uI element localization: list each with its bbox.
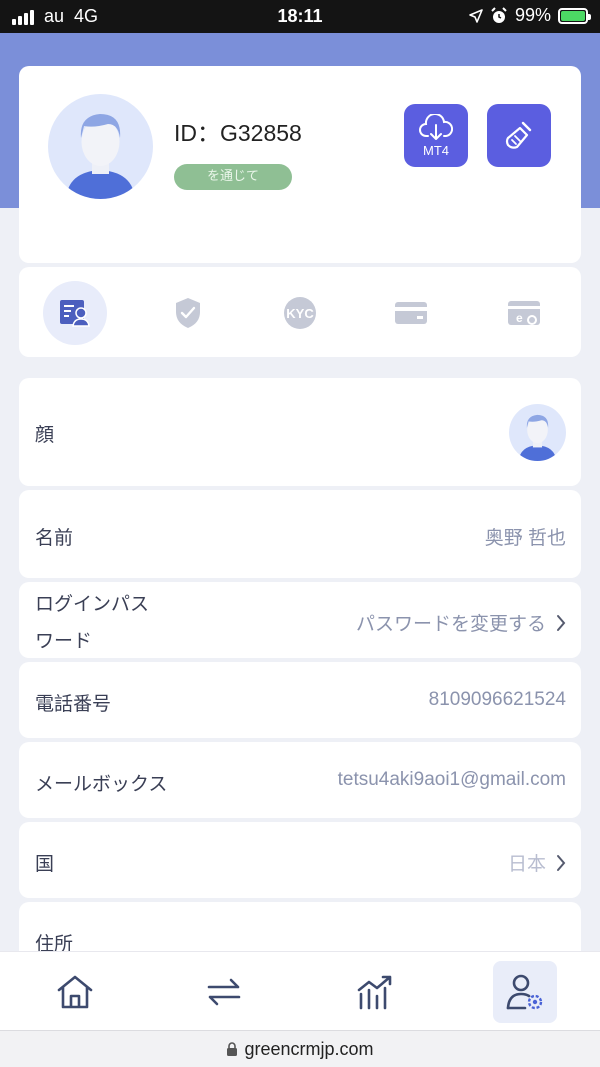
password-label-line2: ワード <box>35 630 93 652</box>
phone-label: 電話番号 <box>35 693 112 715</box>
svg-text:KYC: KYC <box>286 306 314 321</box>
e-wallet-icon: e <box>508 301 540 325</box>
home-icon <box>57 975 93 1009</box>
name-label: 名前 <box>35 527 74 549</box>
tab-security[interactable] <box>156 281 220 345</box>
bottom-nav <box>0 951 600 1030</box>
nav-market[interactable] <box>343 961 407 1023</box>
country-select[interactable]: 日本 <box>508 849 566 876</box>
avatar-small[interactable] <box>509 404 566 461</box>
tab-bank-card[interactable] <box>379 281 443 345</box>
name-value: 奥野 哲也 <box>484 528 566 549</box>
email-label: メールボックス <box>35 773 168 795</box>
broom-icon <box>505 121 532 149</box>
password-label-line1: ログインパス <box>35 593 150 615</box>
alarm-icon <box>491 6 507 23</box>
country-value: 日本 <box>507 854 546 875</box>
status-bar: au 4G 18:11 99% <box>0 0 600 33</box>
user-settings-icon <box>506 974 543 1010</box>
tab-profile-info[interactable] <box>43 281 107 345</box>
email-value: tetsu4aki9aoi1@gmail.com <box>337 769 566 790</box>
change-password-label: パスワードを変更する <box>355 614 546 635</box>
profile-card: ID：G32858 を通じて MT4 <box>19 66 581 263</box>
change-password-link[interactable]: パスワードを変更する <box>356 609 566 636</box>
nav-transfer[interactable] <box>192 961 256 1023</box>
nav-home[interactable] <box>43 961 107 1023</box>
mt4-label: MT4 <box>423 142 449 158</box>
id-card-icon <box>60 300 90 327</box>
svg-text:e: e <box>516 311 523 325</box>
card-icon <box>395 302 427 324</box>
kyc-icon: KYC <box>284 297 316 329</box>
avatar[interactable] <box>48 94 153 199</box>
battery-percent: 99% <box>514 5 551 25</box>
url-text: greencrmjp.com <box>244 1038 374 1059</box>
country-label: 国 <box>35 853 55 875</box>
phone-row: 電話番号 8109096621524 <box>19 662 581 738</box>
chevron-right-icon <box>557 854 566 871</box>
tab-e-wallet[interactable]: e <box>492 281 556 345</box>
tab-kyc[interactable]: KYC <box>268 281 332 345</box>
shield-check-icon <box>176 298 200 328</box>
user-id: ID：G32858 <box>174 120 302 146</box>
lock-icon <box>227 1041 238 1056</box>
mt4-download-button[interactable]: MT4 <box>404 104 468 167</box>
cloud-download-icon <box>419 113 453 140</box>
country-row[interactable]: 国 日本 <box>19 822 581 898</box>
profile-tabs: KYC e <box>19 267 581 357</box>
email-row: メールボックス tetsu4aki9aoi1@gmail.com <box>19 742 581 818</box>
password-row[interactable]: ログインパス ワード パスワードを変更する <box>19 582 581 658</box>
status-badge: を通じて <box>174 164 292 190</box>
face-row[interactable]: 顔 <box>19 378 581 486</box>
clean-cache-button[interactable] <box>487 104 551 167</box>
nav-account[interactable] <box>493 961 557 1023</box>
battery-icon <box>558 7 591 24</box>
name-row: 名前 奥野 哲也 <box>19 490 581 578</box>
face-label: 顔 <box>35 424 55 446</box>
chevron-right-icon <box>557 614 566 631</box>
location-icon <box>469 8 483 23</box>
chart-icon <box>357 975 392 1010</box>
phone-value: 8109096621524 <box>428 689 566 710</box>
transfer-arrows-icon <box>207 978 241 1006</box>
browser-url-bar[interactable]: greencrmjp.com <box>0 1030 600 1067</box>
